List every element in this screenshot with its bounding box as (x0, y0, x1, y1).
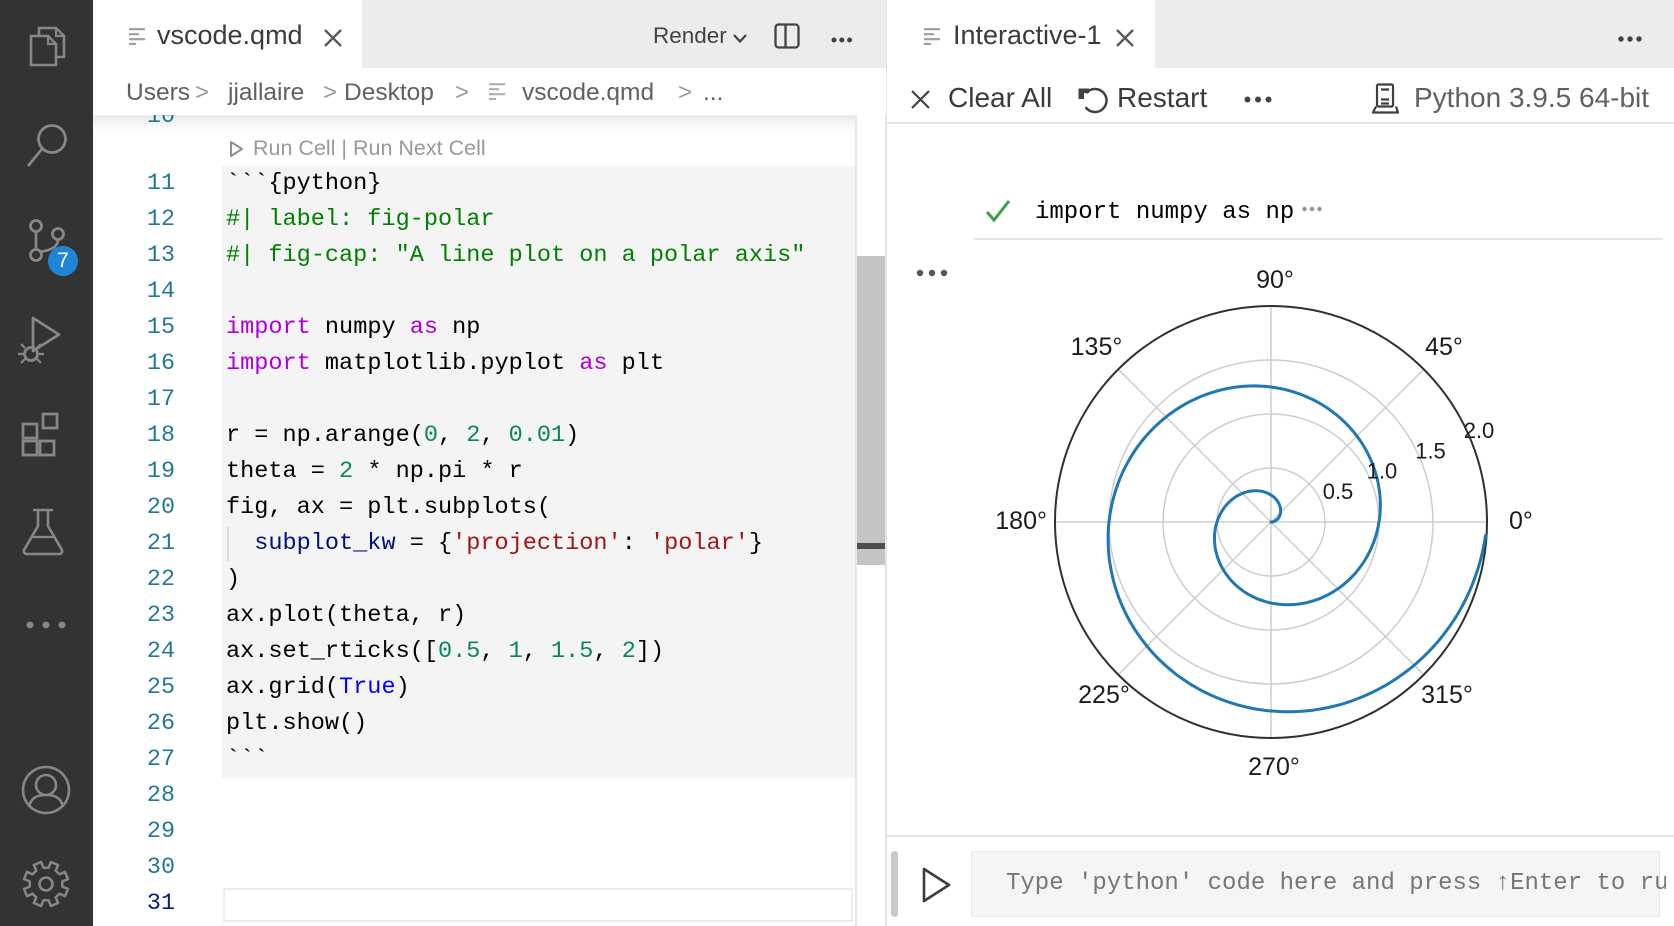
svg-text:90°: 90° (1256, 266, 1294, 294)
svg-text:0°: 0° (1509, 507, 1533, 535)
svg-text:45°: 45° (1425, 333, 1463, 361)
svg-text:2.0: 2.0 (1464, 418, 1495, 443)
svg-text:225°: 225° (1078, 681, 1130, 709)
svg-text:315°: 315° (1421, 681, 1473, 709)
svg-text:135°: 135° (1071, 333, 1123, 361)
svg-text:0.5: 0.5 (1323, 479, 1354, 504)
svg-text:1.0: 1.0 (1367, 459, 1398, 484)
svg-text:180°: 180° (995, 507, 1047, 535)
svg-text:270°: 270° (1248, 753, 1300, 781)
svg-text:1.5: 1.5 (1415, 439, 1446, 464)
